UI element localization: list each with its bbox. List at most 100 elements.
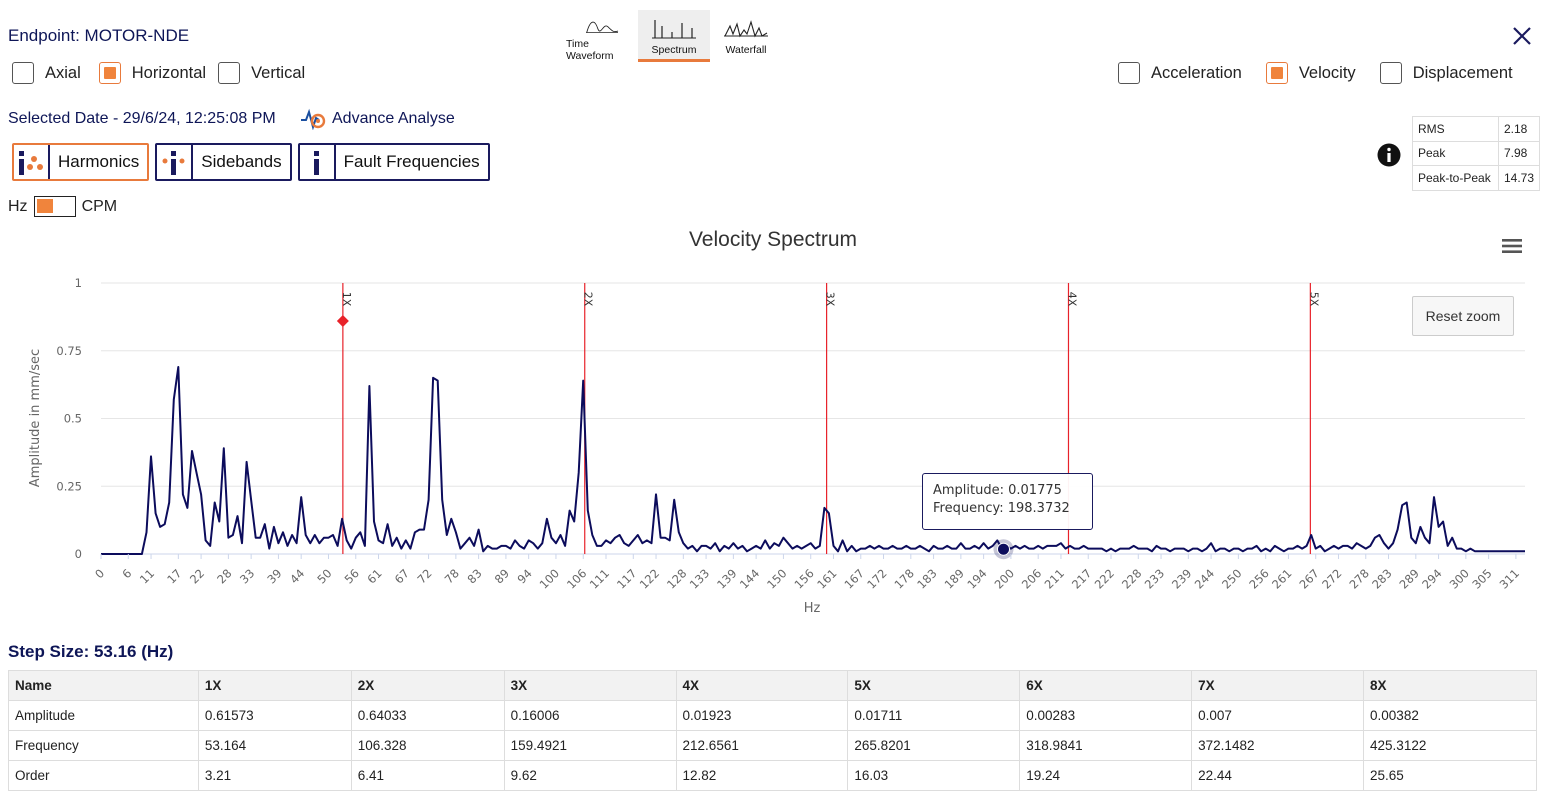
highlight-point xyxy=(997,542,1011,556)
table-row: Frequency 53.164 106.328 159.4921 212.6561 26… xyxy=(8,730,1537,761)
harmonics-label: Harmonics xyxy=(58,152,140,171)
table-cell: 19.24 xyxy=(1019,760,1193,791)
x-tick-label: 289 xyxy=(1397,566,1422,591)
table-cell: Amplitude xyxy=(8,700,199,731)
velocity-checkbox[interactable]: Velocity xyxy=(1265,62,1356,84)
x-tick-label: 61 xyxy=(364,566,384,586)
y-axis-label: Amplitude in mm/sec xyxy=(28,349,43,487)
x-tick-label: 72 xyxy=(414,566,434,586)
tooltip-frequency: Frequency: 198.3732 xyxy=(933,501,1070,516)
y-tick-label: 0.75 xyxy=(56,344,82,358)
table-header-cell: 5X xyxy=(847,670,1021,701)
vertical-checkbox-label: Vertical xyxy=(251,63,306,82)
sidebands-button[interactable]: Sidebands xyxy=(155,143,292,181)
acceleration-checkbox-label: Acceleration xyxy=(1151,63,1242,82)
table-cell: 0.01923 xyxy=(675,700,849,731)
y-tick-label: 1 xyxy=(75,276,82,290)
x-tick-label: 278 xyxy=(1346,566,1371,591)
harmonics-button[interactable]: Harmonics xyxy=(12,143,150,181)
stats-row-peak: Peak 7.98 xyxy=(1412,140,1541,166)
table-row: Order 3.21 6.41 9.62 12.82 16.03 19.24 22.44 25.… xyxy=(8,760,1537,791)
table-header-cell: 1X xyxy=(197,670,352,701)
x-tick-label: 211 xyxy=(1042,566,1067,591)
vertical-checkbox-box[interactable] xyxy=(218,62,241,84)
y-tick-label: 0.25 xyxy=(56,479,82,493)
displacement-checkbox[interactable]: Displacement xyxy=(1379,62,1513,84)
x-tick-label: 294 xyxy=(1419,566,1444,591)
table-cell: Frequency xyxy=(8,730,199,761)
x-tick-label: 78 xyxy=(442,566,462,586)
x-tick-label: 0 xyxy=(92,566,107,581)
table-cell: 25.65 xyxy=(1363,760,1537,791)
stats-value: 14.73 xyxy=(1497,165,1541,191)
x-tick-label: 33 xyxy=(237,566,257,586)
tooltip-amplitude: Amplitude: 0.01775 xyxy=(933,483,1062,498)
table-header-cell: 4X xyxy=(675,670,849,701)
table-header-cell: Name xyxy=(8,670,199,701)
displacement-checkbox-box[interactable] xyxy=(1379,62,1402,84)
y-tick-label: 0.5 xyxy=(64,412,82,426)
spectrum-chart[interactable]: 1X 2X 3X 4X 5X 00.250.50.7510 6 11 17 22 28 33 39 44… xyxy=(0,260,1546,630)
displacement-checkbox-label: Displacement xyxy=(1412,63,1513,82)
table-cell: 53.164 xyxy=(197,730,352,761)
menu-icon[interactable] xyxy=(1500,236,1524,256)
axial-checkbox[interactable]: Axial xyxy=(12,62,81,84)
stats-row-rms: RMS 2.18 xyxy=(1412,116,1541,142)
x-tick-label: 106 xyxy=(564,566,589,591)
harmonic-marker-label: 5X xyxy=(1307,292,1320,307)
tab-time-waveform[interactable]: Time Waveform xyxy=(566,10,638,62)
x-tick-label: 117 xyxy=(614,566,639,591)
vertical-checkbox[interactable]: Vertical xyxy=(218,62,305,84)
x-tick-label: 128 xyxy=(664,566,689,591)
table-cell: 3.21 xyxy=(197,760,352,791)
x-tick-label: 111 xyxy=(587,566,612,591)
stats-label: Peak xyxy=(1412,140,1499,166)
tab-spectrum[interactable]: Spectrum xyxy=(638,10,710,62)
advance-analyse-label: Advance Analyse xyxy=(332,110,455,127)
axial-checkbox-box[interactable] xyxy=(12,62,34,84)
x-tick-label: 283 xyxy=(1369,566,1394,591)
unit-cpm-label: CPM xyxy=(81,197,118,215)
table-cell: 0.007 xyxy=(1191,700,1365,731)
horizontal-checkbox[interactable]: Horizontal xyxy=(98,62,206,84)
unit-toggle-switch[interactable] xyxy=(33,196,76,217)
x-tick-label: 233 xyxy=(1142,566,1167,591)
x-tick-label: 161 xyxy=(814,566,839,591)
x-tick-label: 311 xyxy=(1497,566,1522,591)
tab-spectrum-label: Spectrum xyxy=(651,44,697,56)
info-icon[interactable] xyxy=(1377,143,1401,167)
advance-analyse-link[interactable]: Advance Analyse xyxy=(300,108,455,130)
table-header-cell: 6X xyxy=(1019,670,1193,701)
view-tabs: Time Waveform Spectrum Waterfall xyxy=(566,10,782,62)
x-tick-label: 6 xyxy=(119,566,134,581)
tab-waterfall[interactable]: Waterfall xyxy=(710,10,782,62)
stats-label: RMS xyxy=(1412,116,1499,142)
x-tick-label: 22 xyxy=(187,566,207,586)
chart-title: Velocity Spectrum xyxy=(688,228,858,251)
close-icon[interactable] xyxy=(1510,24,1534,48)
x-tick-label: 194 xyxy=(964,566,989,591)
horizontal-checkbox-box[interactable] xyxy=(98,62,121,84)
velocity-checkbox-box[interactable] xyxy=(1265,62,1288,84)
x-tick-label: 189 xyxy=(942,566,967,591)
x-tick-label: 244 xyxy=(1192,566,1217,591)
table-cell: Order xyxy=(8,760,199,791)
x-tick-label: 222 xyxy=(1092,566,1117,591)
direction-checkboxes: Axial Horizontal Vertical xyxy=(12,62,317,84)
x-tick-label: 44 xyxy=(287,566,307,586)
x-tick-label: 100 xyxy=(537,566,562,591)
table-header-cell: 2X xyxy=(350,670,505,701)
fault-frequencies-button[interactable]: Fault Frequencies xyxy=(297,143,490,181)
acceleration-checkbox-box[interactable] xyxy=(1118,62,1140,84)
table-cell: 318.9841 xyxy=(1019,730,1193,761)
acceleration-checkbox[interactable]: Acceleration xyxy=(1118,62,1242,84)
selected-date: Selected Date - 29/6/24, 12:25:08 PM xyxy=(8,110,276,127)
x-tick-label: 133 xyxy=(687,566,712,591)
waterfall-icon xyxy=(724,20,768,38)
table-cell: 0.61573 xyxy=(197,700,352,731)
x-tick-label: 11 xyxy=(137,566,157,586)
endpoint-title: Endpoint: MOTOR-NDE xyxy=(8,26,190,45)
fault-frequencies-label: Fault Frequencies xyxy=(343,152,480,171)
reset-zoom-button[interactable]: Reset zoom xyxy=(1412,296,1514,336)
table-header-cell: 8X xyxy=(1363,670,1537,701)
